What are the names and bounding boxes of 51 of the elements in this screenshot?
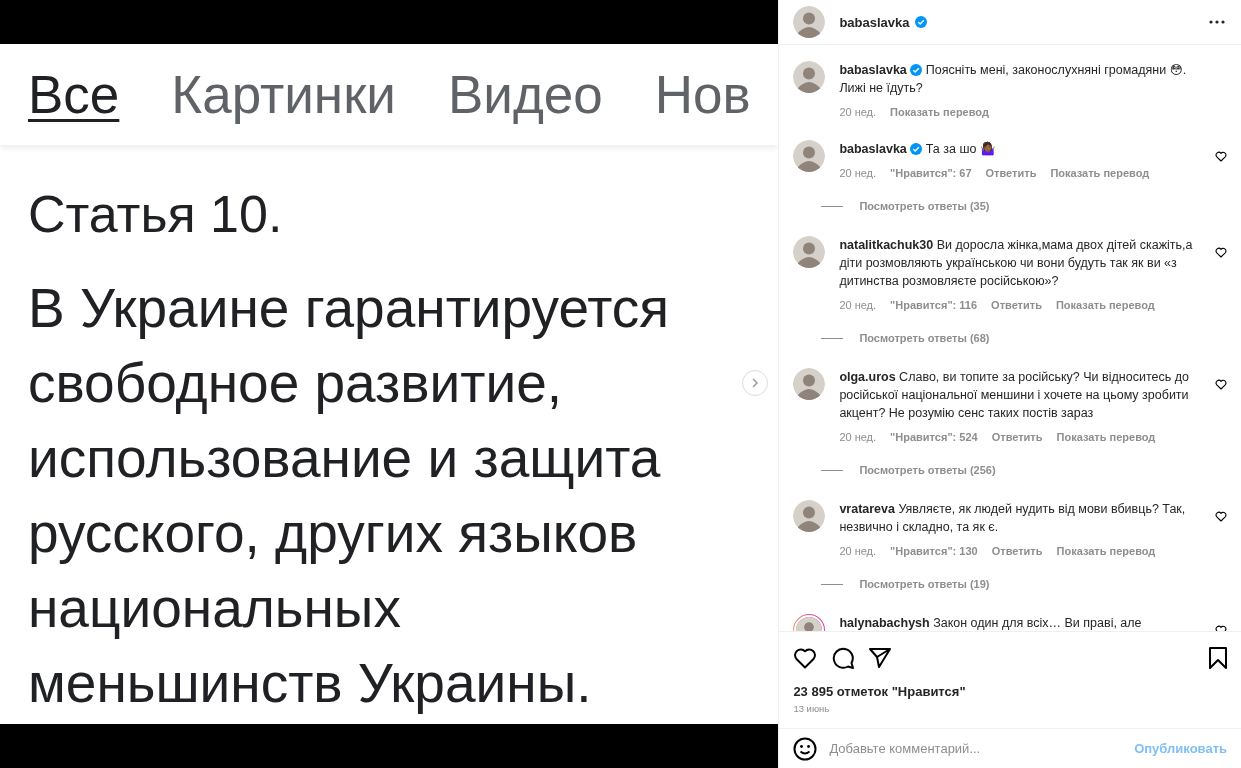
reply-link[interactable]: Ответить — [991, 545, 1043, 557]
comment-time[interactable]: 20 нед. — [839, 545, 877, 557]
comment-time[interactable]: 20 нед. — [839, 431, 877, 443]
likes-link[interactable]: "Нравится": 130 — [890, 545, 978, 557]
avatar-icon[interactable] — [793, 500, 826, 532]
avatar-icon[interactable] — [793, 6, 826, 38]
comment-time[interactable]: 20 нед. — [839, 299, 877, 311]
avatar-icon[interactable] — [793, 140, 826, 172]
comment-text: olga.uros Славо, ви топите за російську? Чи відноситесь до російської національної меншини і хочете на цьому зробити акцент? Не розумію сенс таких постів зараз — [839, 369, 1190, 422]
comment-time[interactable]: 20 нед. — [839, 106, 877, 118]
emoji-icon[interactable] — [793, 736, 818, 761]
reply-link[interactable]: Ответить — [985, 167, 1037, 179]
username[interactable]: babaslavka — [839, 14, 910, 30]
article-heading: Статья 10. — [28, 185, 284, 245]
likes-count[interactable]: 23 895 отметок "Нравится" — [793, 684, 1227, 699]
search-tab[interactable]: Нов — [654, 68, 751, 121]
avatar-icon[interactable] — [793, 368, 826, 400]
comment-icon[interactable] — [831, 646, 856, 670]
heart-icon[interactable] — [1215, 247, 1227, 258]
post-date: 13 июнь — [793, 703, 831, 714]
heart-icon[interactable] — [793, 647, 818, 669]
likes-link[interactable]: "Нравится": 524 — [890, 431, 978, 443]
bookmark-icon[interactable] — [1209, 647, 1227, 669]
likes-link[interactable]: "Нравится": 67 — [890, 167, 972, 179]
comment-time[interactable]: 20 нед. — [839, 167, 877, 179]
search-tab[interactable]: Все — [28, 68, 120, 121]
comment-text: babaslavka Поясніть мені, законослухняні громадяни 😳. Лижі не їдуть? — [839, 62, 1188, 97]
view-replies-link[interactable]: Посмотреть ответы (35) — [859, 200, 990, 212]
translate-link[interactable]: Показать перевод — [1050, 167, 1150, 179]
reply-link[interactable]: Ответить — [991, 431, 1043, 443]
reply-link[interactable]: Ответить — [991, 299, 1042, 311]
translate-link[interactable]: Показать перевод — [890, 106, 989, 118]
view-replies-link[interactable]: Посмотреть ответы (256) — [859, 464, 996, 476]
heart-icon[interactable] — [1215, 151, 1227, 162]
view-replies-link[interactable]: Посмотреть ответы (19) — [859, 578, 990, 590]
more-icon[interactable] — [1209, 20, 1225, 24]
translate-link[interactable]: Показать перевод — [1056, 431, 1156, 443]
article-text: В Украине гарантируется свободное развитие, использование и защита русского, других языков национальных меньшинств Украины. — [28, 275, 670, 716]
comment-text: vratareva Уявляєте, як людей нудить від мови вбивць? Так, незвично і складно, та як є. — [839, 501, 1187, 536]
share-icon[interactable] — [869, 647, 892, 669]
comment-text: halynabachysh Закон один для всіх… Ви праві, але — [839, 615, 1143, 631]
avatar-icon[interactable] — [793, 236, 826, 268]
heart-icon[interactable] — [1215, 511, 1227, 522]
translate-link[interactable]: Показать перевод — [1056, 545, 1156, 557]
translate-link[interactable]: Показать перевод — [1055, 299, 1155, 311]
view-replies-link[interactable]: Посмотреть ответы (68) — [859, 332, 990, 344]
comment-text: babaslavka Та за шо 🤷🏾‍♀ — [839, 140, 997, 158]
likes-link[interactable]: "Нравится": 116 — [890, 299, 978, 311]
comment-text: natalitkachuk30 Ви доросла жінка,мама двох дітей скажіть,а діти розмовляють українською чи вони будуть так як ви «з дитинства розмовляєте російською»? — [839, 237, 1194, 290]
avatar-icon[interactable] — [793, 61, 826, 93]
heart-icon[interactable] — [1215, 379, 1227, 390]
